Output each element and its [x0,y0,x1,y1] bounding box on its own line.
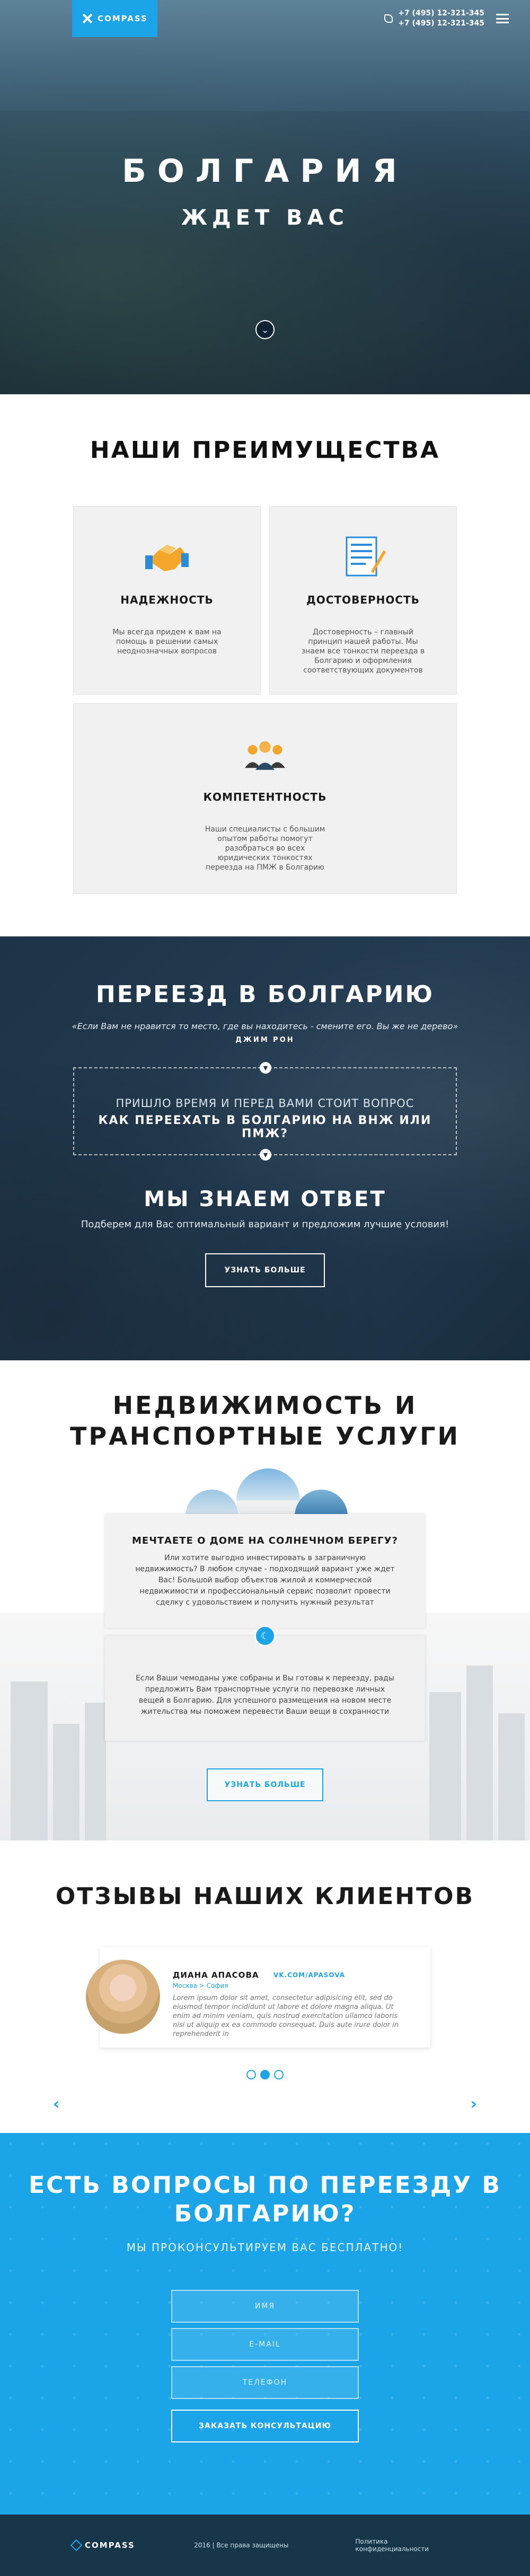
top-bar: COMPASS +7 (495) 12-321-345 +7 (495) 12-… [0,0,530,37]
chevron-down-icon: ▼ [260,1062,271,1074]
consult-title: ЕСТЬ ВОПРОСЫ ПО ПЕРЕЕЗДУ В БОЛГАРИЮ? [29,2172,501,2227]
estate-card-text: Если Ваши чемоданы уже собраны и Вы гото… [136,1674,394,1716]
learn-more-button[interactable]: УЗНАТЬ БОЛЬШЕ [207,1768,323,1801]
advantages-title: НАШИ ПРЕИМУЩЕСТВА [90,437,440,464]
next-arrow-icon[interactable]: › [471,2095,477,2113]
estate-card-property: МЕЧТАЕТЕ О ДОМЕ НА СОЛНЕЧНОМ БЕРЕГУ? Или… [105,1514,425,1628]
quote-author: ДЖИМ РОН [235,1036,295,1044]
question-line-2: КАК ПЕРЕЕХАТЬ В БОЛГАРИЮ НА ВНЖ ИЛИ ПМЖ? [98,1114,432,1140]
answer-title: МЫ ЗНАЕМ ОТВЕТ [144,1187,386,1211]
hero-title: БОЛГАРИЯ [122,153,408,190]
avatar [86,1960,160,2034]
consult-section: ЕСТЬ ВОПРОСЫ ПО ПЕРЕЕЗДУ В БОЛГАРИЮ? МЫ … [0,2133,530,2515]
advantages-grid: НАДЕЖНОСТЬ Мы всегда придем к вам на пом… [73,506,457,894]
document-icon [346,536,386,577]
advantage-card: КОМПЕТЕНТНОСТЬ Наши специалисты с больши… [73,703,457,894]
reviewer-route: Москва > София [173,1982,228,1989]
answer-subtitle: Подберем для Вас оптимальный вариант и п… [81,1219,449,1230]
pagination-dot[interactable] [246,2070,256,2079]
learn-more-button[interactable]: УЗНАТЬ БОЛЬШЕ [205,1253,325,1287]
review-pagination [0,2070,530,2079]
logo[interactable]: COMPASS [72,0,157,37]
order-consultation-button[interactable]: ЗАКАЗАТЬ КОНСУЛЬТАЦИЮ [171,2410,359,2442]
consult-form: ЗАКАЗАТЬ КОНСУЛЬТАЦИЮ [171,2290,359,2442]
email-field[interactable] [171,2328,359,2361]
chevron-down-icon: ▼ [260,1149,271,1161]
globe-icon: ☾ [254,1625,276,1646]
estate-card-title: МЕЧТАЕТЕ О ДОМЕ НА СОЛНЕЧНОМ БЕРЕГУ? [132,1535,398,1546]
move-quote: «Если Вам не нравится то место, где вы н… [72,1021,458,1031]
advantage-title: КОМПЕТЕНТНОСТЬ [203,791,327,803]
scroll-down-chevron-icon[interactable]: ⌄ [255,320,275,339]
phones-block: +7 (495) 12-321-345 +7 (495) 12-321-345 [384,8,484,29]
review-text: Lorem ipsum dolor sit amet, consectetur … [173,1994,399,2038]
copyright: 2016 | Все права защищены [194,2542,289,2549]
footer: COMPASS 2016 | Все права защищены Полити… [0,2515,530,2576]
advantage-text: Достоверность – главный принцип нашей ра… [301,628,425,675]
estate-section: НЕДВИЖИМОСТЬ И ТРАНСПОРТНЫЕ УСЛУГИ МЕЧТА… [0,1360,530,1840]
menu-burger-icon[interactable] [496,14,509,23]
phone-field[interactable] [171,2366,359,2399]
advantages-section: НАШИ ПРЕИМУЩЕСТВА НАДЕЖНОСТЬ Мы всегда п… [0,394,530,936]
footer-brand: COMPASS [85,2540,135,2550]
hero-section: COMPASS +7 (495) 12-321-345 +7 (495) 12-… [0,0,530,394]
advantage-text: Мы всегда придем к вам на помощь в решен… [112,628,222,656]
name-field[interactable] [171,2290,359,2323]
advantage-card: ДОСТОВЕРНОСТЬ Достоверность – главный пр… [269,506,457,695]
advantage-card: НАДЕЖНОСТЬ Мы всегда придем к вам на пом… [73,506,261,695]
phone-2[interactable]: +7 (495) 12-321-345 [398,19,484,29]
review-card: ДИАНА АПАСОВА VK.COM/APASOVA Москва > Со… [86,1947,430,2048]
prev-arrow-icon[interactable]: ‹ [53,2095,59,2113]
compass-logo-icon [70,2539,83,2552]
reviews-section: ОТЗЫВЫ НАШИХ КЛИЕНТОВ ‹ › ДИАНА АПАСОВА … [0,1840,530,2133]
reviews-title: ОТЗЫВЫ НАШИХ КЛИЕНТОВ [55,1883,475,1910]
hero-title-block: БОЛГАРИЯ ЖДЕТ ВАС [0,153,530,230]
estate-card-text: Или хотите выгодно инвестировать в загра… [135,1554,395,1607]
move-title: ПЕРЕЕЗД В БОЛГАРИЮ [95,981,435,1008]
question-box: ▼ ПРИШЛО ВРЕМЯ И ПЕРЕД ВАМИ СТОИТ ВОПРОС… [73,1062,457,1161]
phone-1[interactable]: +7 (495) 12-321-345 [398,8,484,19]
logo-text: COMPASS [98,14,148,23]
move-section: ПЕРЕЕЗД В БОЛГАРИЮ «Если Вам не нравится… [0,936,530,1360]
advantage-title: НАДЕЖНОСТЬ [120,594,214,606]
advantage-title: ДОСТОВЕРНОСТЬ [306,594,420,606]
consult-subtitle: МЫ ПРОКОНСУЛЬТИРУЕМ ВАС БЕСПЛАТНО! [126,2241,404,2254]
pagination-dot-active[interactable] [260,2070,270,2079]
advantage-text: Наши специалисты с большим опытом работы… [205,825,325,872]
footer-logo[interactable]: COMPASS [70,2539,193,2552]
pagination-dot[interactable] [274,2070,284,2079]
reviewer-name: ДИАНА АПАСОВА [173,1970,259,1980]
estate-title: НЕДВИЖИМОСТЬ И ТРАНСПОРТНЫЕ УСЛУГИ [70,1391,460,1450]
estate-card-transport: ☾ Если Ваши чемоданы уже собраны и Вы го… [105,1625,425,1741]
hero-subtitle: ЖДЕТ ВАС [181,206,349,230]
privacy-link[interactable]: Политика конфиденциальности [355,2538,458,2553]
question-line-1: ПРИШЛО ВРЕМЯ И ПЕРЕД ВАМИ СТОИТ ВОПРОС [116,1097,414,1110]
compass-logo-icon [82,13,93,24]
team-icon [245,741,285,770]
handshake-icon [145,545,189,571]
phone-icon [384,14,393,23]
reviewer-vk-link[interactable]: VK.COM/APASOVA [273,1971,345,1979]
header-right: +7 (495) 12-321-345 +7 (495) 12-321-345 [384,8,509,29]
